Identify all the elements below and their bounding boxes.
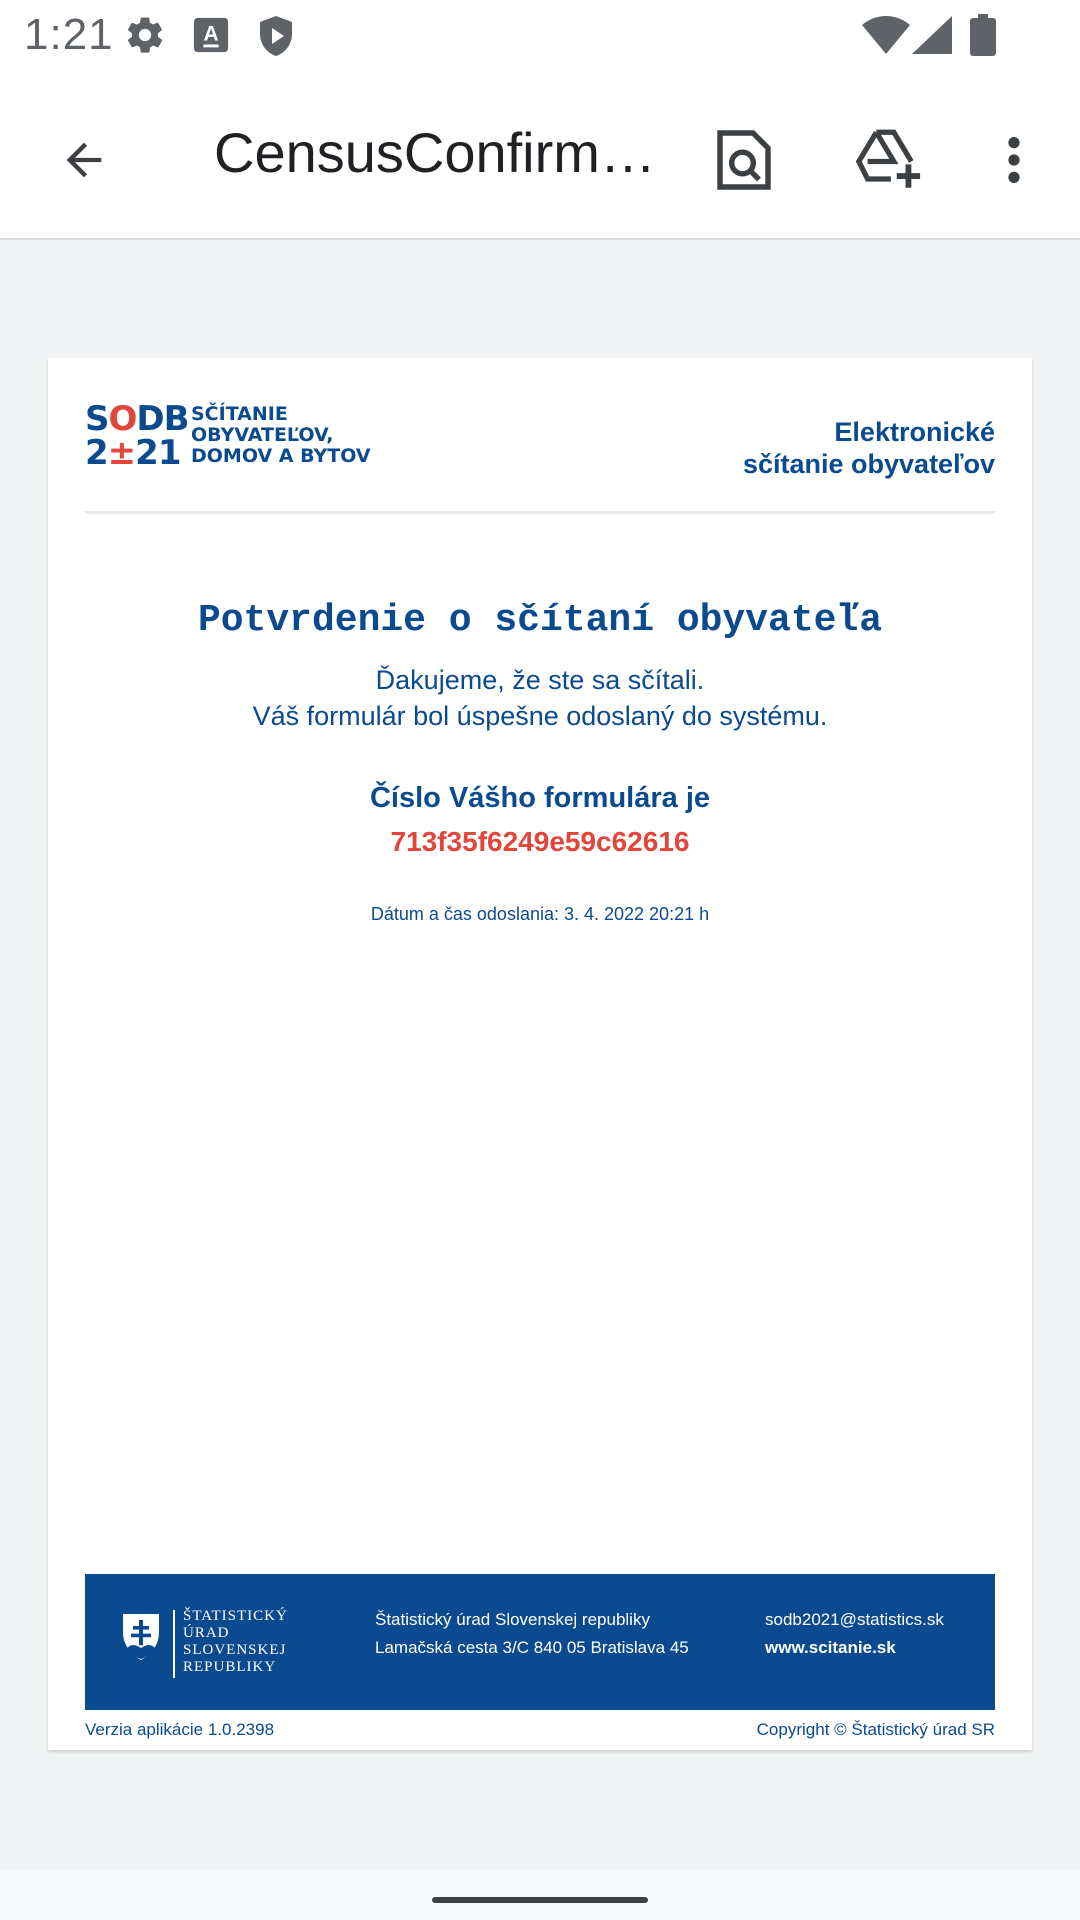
confirmation-heading: Potvrdenie o sčítaní obyvateľa (197, 599, 883, 642)
home-gesture-handle[interactable] (432, 1897, 648, 1903)
sent-date: Dátum a čas odoslania: 3. 4. 2022 20:21 … (370, 904, 710, 924)
document-footer: ŠTATISTICKÝ ÚRAD SLOVENSKEJ REPUBLIKY Št… (85, 1574, 995, 1710)
status-time: 1:21 (24, 10, 114, 59)
document-header: SODB 2±21 SČÍTANIE OBYVATEĽOV, DOMOV A B… (85, 402, 995, 514)
gesture-nav-bar (0, 1870, 1080, 1920)
back-arrow-icon (66, 142, 102, 178)
shield-play-icon (256, 14, 296, 63)
battery-icon (970, 14, 996, 61)
form-number-label: Číslo Vášho formulára je (369, 782, 711, 814)
app-bar: CensusConfirm… (0, 72, 1080, 240)
confirmation-body: Potvrdenie o sčítaní obyvateľa Ďakujeme,… (85, 598, 995, 926)
more-vert-icon (1008, 137, 1020, 183)
contact-email[interactable]: sodb2021@statistics.sk (765, 1606, 944, 1634)
document-title: CensusConfirm… (214, 121, 656, 184)
website-link[interactable]: www.scitanie.sk (765, 1634, 944, 1662)
coat-of-arms-icon (123, 1614, 159, 1660)
sodb-logo: SODB 2±21 (85, 399, 190, 473)
back-button[interactable] (40, 116, 128, 204)
search-document-icon (717, 130, 771, 190)
add-to-drive-button[interactable] (844, 116, 932, 204)
office-address: Štatistický úrad Slovenskej republiky La… (375, 1610, 689, 1657)
app-version: Verzia aplikácie 1.0.2398 (85, 1720, 275, 1739)
add-to-drive-icon (855, 129, 921, 188)
thanks-message: Ďakujeme, že ste sa sčítali. Váš formulá… (252, 665, 828, 731)
svg-text:A: A (203, 23, 218, 46)
logo-text: SČÍTANIE OBYVATEĽOV, DOMOV A BYTOV (191, 403, 371, 467)
settings-icon (124, 14, 166, 61)
wifi-icon (862, 16, 910, 59)
header-subtitle: Elektronické sčítanie obyvateľov (742, 417, 995, 479)
find-in-document-button[interactable] (700, 116, 788, 204)
contact-info: sodb2021@statistics.sk www.scitanie.sk (765, 1606, 944, 1662)
document-page: SODB 2±21 SČÍTANIE OBYVATEĽOV, DOMOV A B… (48, 358, 1032, 1750)
statistical-office-name: ŠTATISTICKÝ ÚRAD SLOVENSKEJ REPUBLIKY (183, 1608, 288, 1675)
copyright: Copyright © Štatistický úrad SR (756, 1720, 995, 1739)
more-options-button[interactable] (970, 116, 1058, 204)
form-number-value: 713f35f6249e59c62616 (390, 826, 690, 857)
footer-divider (173, 1610, 175, 1678)
cell-signal-icon (912, 16, 952, 59)
keyboard-a-icon: A (192, 14, 230, 61)
status-bar: 1:21 A (0, 0, 1080, 72)
